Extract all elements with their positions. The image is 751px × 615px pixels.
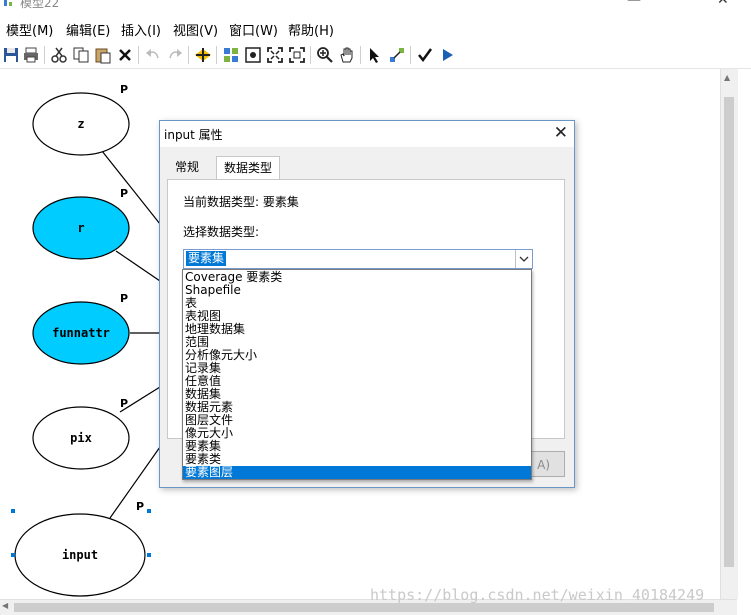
model-node-z[interactable]: z P [32,83,130,156]
close-icon[interactable]: ✕ [554,123,568,143]
dropdown-option[interactable]: 要素集 [183,440,531,453]
zoom-extent-icon[interactable] [288,46,306,64]
window-title: 模型22 [20,0,60,10]
run-icon[interactable] [438,46,456,64]
toolbar-separator [44,46,45,64]
auto-layout-icon[interactable] [222,46,240,64]
select-icon[interactable] [366,46,384,64]
toolbar-separator [360,46,361,64]
scroll-left-icon[interactable]: ◀ [2,601,8,610]
zoom-in-icon[interactable] [316,46,334,64]
select-value: 要素集 [186,251,227,266]
menu-help[interactable]: 帮助(H) [288,20,334,39]
menu-insert[interactable]: 插入(I) [121,20,161,39]
selection-handle[interactable] [11,509,15,513]
minimize-icon[interactable]: — [627,0,641,8]
paste-icon[interactable] [94,46,112,64]
selection-handle[interactable] [11,553,15,557]
node-label: pix [70,431,92,445]
delete-icon[interactable] [116,46,134,64]
model-node-pix[interactable]: pix P [32,397,130,470]
cut-icon[interactable] [50,46,68,64]
watermark: https://blog.csdn.net/weixin_40184249 [370,586,705,604]
node-label: r [77,221,84,235]
pan-icon[interactable] [338,46,356,64]
window-controls: — ✕ [621,0,751,12]
menu-model[interactable]: 模型(M) [6,20,53,39]
redo-icon[interactable] [166,46,184,64]
dropdown-option-highlighted[interactable]: 要素图层 [183,466,531,479]
chevron-down-icon[interactable] [515,250,532,268]
connect-icon[interactable] [388,46,406,64]
connector-line [115,250,161,282]
vertical-scroll-thumb[interactable] [724,97,734,567]
parameter-marker: P [120,292,128,305]
model-node-r[interactable]: r P [32,187,130,260]
validate-icon[interactable] [416,46,434,64]
dropdown-option[interactable]: Shapefile [183,284,531,297]
selection-handle[interactable] [147,553,151,557]
model-node-funnattr[interactable]: funnattr P [32,292,130,365]
parameter-marker: P [120,83,128,96]
dropdown-option[interactable]: 数据集 [183,388,531,401]
dropdown-option[interactable]: 像元大小 [183,427,531,440]
node-label: funnattr [52,326,110,340]
select-data-type-label: 选择数据类型: [183,225,260,239]
parameter-marker: P [120,397,128,410]
window-titlebar: 模型22 — ✕ [0,0,751,14]
current-data-type-label: 当前数据类型: 要素集 [183,195,299,209]
scroll-up-icon[interactable]: ▲ [724,73,730,82]
menu-edit[interactable]: 编辑(E) [66,20,110,39]
node-label: z [77,117,84,131]
selection-handle[interactable] [147,509,151,513]
menu-view[interactable]: 视图(V) [173,20,218,39]
toolbar-separator [310,46,311,64]
dropdown-option[interactable]: 图层文件 [183,414,531,427]
vertical-scrollbar[interactable]: ▲ [720,69,738,599]
close-window-icon[interactable]: ✕ [717,0,729,8]
menu-bar: 模型(M) 编辑(E) 插入(I) 视图(V) 窗口(W) 帮助(H) [0,16,751,40]
undo-icon[interactable] [144,46,162,64]
toolbar-separator [216,46,217,64]
add-data-icon[interactable] [194,46,212,64]
data-type-dropdown-list: Coverage 要素类 Shapefile 表 表视图 地理数据集 范围 分析… [182,269,532,480]
node-label: input [62,548,98,562]
dropdown-option[interactable]: 分析像元大小 [183,349,531,362]
toolbar-separator [410,46,411,64]
toolbar [0,42,751,69]
menu-window[interactable]: 窗口(W) [229,20,278,39]
horizontal-scroll-thumb[interactable] [14,603,714,612]
dropdown-option[interactable]: 要素类 [183,453,531,466]
save-icon[interactable] [2,46,20,64]
toolbar-separator [138,46,139,64]
full-extent-icon[interactable] [244,46,262,64]
dropdown-option[interactable]: 任意值 [183,375,531,388]
model-node-input[interactable]: input P [11,500,151,597]
dialog-titlebar: input 属性 ✕ [160,121,574,147]
data-type-select[interactable]: 要素集 [183,249,533,269]
parameter-marker: P [136,500,144,513]
app-icon [4,0,12,6]
dropdown-option[interactable]: 数据元素 [183,401,531,414]
zoom-fit-icon[interactable] [266,46,284,64]
dropdown-option[interactable]: 地理数据集 [183,323,531,336]
dialog-title: input 属性 [164,128,223,142]
dropdown-option[interactable]: 表 [183,297,531,310]
tab-general[interactable]: 常规 [168,156,206,178]
dropdown-option[interactable]: 记录集 [183,362,531,375]
parameter-marker: P [120,187,128,200]
toolbar-separator [188,46,189,64]
print-icon[interactable] [22,46,40,64]
tab-data-type[interactable]: 数据类型 [216,156,281,179]
copy-icon[interactable] [72,46,90,64]
